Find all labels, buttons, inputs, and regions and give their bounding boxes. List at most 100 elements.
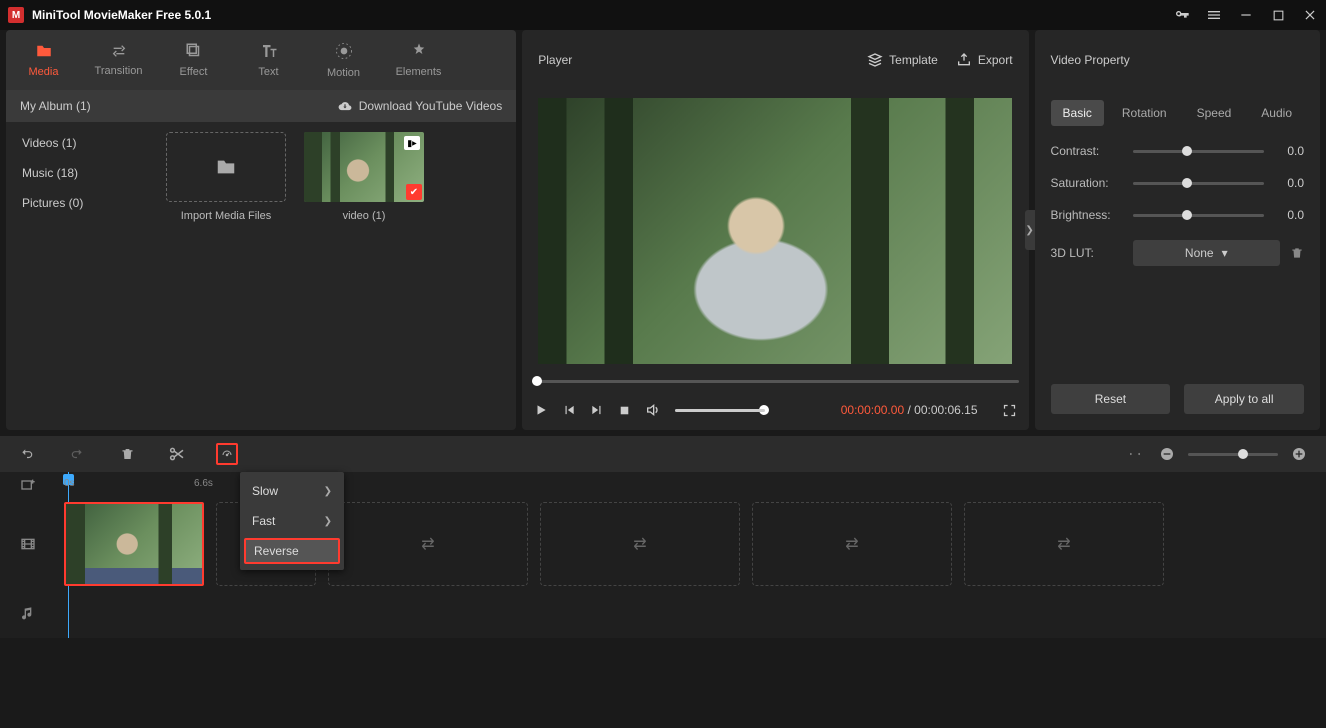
- minimize-icon[interactable]: [1238, 7, 1254, 23]
- media-thumbnail[interactable]: ▮▶ ✔: [304, 132, 424, 202]
- template-button[interactable]: Template: [867, 52, 938, 68]
- brightness-slider[interactable]: [1133, 214, 1264, 217]
- lut-label: 3D LUT:: [1051, 246, 1123, 260]
- empty-slot[interactable]: ⇄: [328, 502, 528, 586]
- menu-item-reverse[interactable]: Reverse: [244, 538, 340, 564]
- titlebar: M MiniTool MovieMaker Free 5.0.1: [0, 0, 1326, 30]
- transition-icon: [109, 43, 129, 59]
- saturation-value: 0.0: [1274, 176, 1304, 190]
- prev-frame-button[interactable]: [562, 403, 576, 417]
- apply-all-button[interactable]: Apply to all: [1184, 384, 1304, 414]
- progress-knob[interactable]: [532, 376, 542, 386]
- export-button[interactable]: Export: [956, 52, 1013, 68]
- maximize-icon[interactable]: [1270, 7, 1286, 23]
- tab-label: Effect: [180, 66, 208, 78]
- volume-slider[interactable]: [675, 409, 765, 412]
- close-icon[interactable]: [1302, 7, 1318, 23]
- my-album-label[interactable]: My Album (1): [20, 99, 91, 113]
- cloud-download-icon: [337, 99, 353, 113]
- brightness-value: 0.0: [1274, 208, 1304, 222]
- menu-label: Fast: [252, 514, 275, 528]
- fullscreen-button[interactable]: [1002, 403, 1017, 418]
- tab-media[interactable]: Media: [6, 30, 81, 90]
- prop-tab-audio[interactable]: Audio: [1249, 100, 1304, 126]
- folder-icon: [34, 42, 54, 60]
- tab-label: Elements: [396, 66, 442, 78]
- prop-tab-rotation[interactable]: Rotation: [1110, 100, 1179, 126]
- sidebar-item-videos[interactable]: Videos (1): [6, 128, 156, 158]
- saturation-slider[interactable]: [1133, 182, 1264, 185]
- prop-tab-basic[interactable]: Basic: [1051, 100, 1104, 126]
- audio-track[interactable]: [56, 590, 1312, 638]
- time-duration: 00:00:06.15: [914, 403, 977, 417]
- play-button[interactable]: [534, 403, 548, 417]
- player-title: Player: [538, 53, 572, 67]
- contrast-value: 0.0: [1274, 144, 1304, 158]
- lut-delete-button[interactable]: [1290, 246, 1304, 260]
- tab-label: Motion: [327, 67, 360, 79]
- collapse-toggle[interactable]: ❯: [1025, 210, 1035, 250]
- timeline: 0s 6.6s 🔊 ⇄ ⇄ ⇄ ⇄: [0, 436, 1326, 638]
- contrast-label: Contrast:: [1051, 144, 1123, 158]
- audio-track-icon: [0, 590, 56, 638]
- menu-icon[interactable]: [1206, 7, 1222, 23]
- timeline-clip[interactable]: 🔊: [64, 502, 204, 586]
- import-label: Import Media Files: [181, 210, 271, 222]
- sidebar-item-pictures[interactable]: Pictures (0): [6, 188, 156, 218]
- delete-button[interactable]: [116, 443, 138, 465]
- menu-label: Slow: [252, 484, 278, 498]
- empty-slot[interactable]: ⇄: [752, 502, 952, 586]
- chevron-down-icon: ▾: [1222, 246, 1228, 260]
- add-track-button[interactable]: [0, 472, 56, 498]
- progress-bar[interactable]: [532, 380, 1018, 383]
- fit-button[interactable]: [1124, 443, 1146, 465]
- sidebar-item-music[interactable]: Music (18): [6, 158, 156, 188]
- time-sep: /: [904, 403, 914, 417]
- chevron-right-icon: ❯: [324, 516, 332, 527]
- redo-button[interactable]: [66, 443, 88, 465]
- menu-item-fast[interactable]: Fast ❯: [240, 506, 344, 536]
- video-preview[interactable]: [538, 98, 1012, 364]
- export-icon: [956, 52, 972, 68]
- import-media-button[interactable]: [166, 132, 286, 202]
- app-logo: M: [8, 7, 24, 23]
- tab-transition[interactable]: Transition: [81, 30, 156, 90]
- prop-tab-speed[interactable]: Speed: [1185, 100, 1244, 126]
- lut-value: None: [1185, 246, 1214, 260]
- empty-slot[interactable]: ⇄: [964, 502, 1164, 586]
- zoom-out-button[interactable]: [1156, 443, 1178, 465]
- tab-motion[interactable]: Motion: [306, 30, 381, 90]
- speed-menu: Slow ❯ Fast ❯ Reverse: [240, 472, 344, 570]
- tab-effect[interactable]: Effect: [156, 30, 231, 90]
- media-label: video (1): [343, 210, 386, 222]
- contrast-slider[interactable]: [1133, 150, 1264, 153]
- effect-icon: [185, 42, 203, 60]
- time-current: 00:00:00.00: [841, 403, 904, 417]
- stop-button[interactable]: [618, 404, 631, 417]
- property-title: Video Property: [1051, 53, 1130, 67]
- motion-icon: [334, 41, 354, 61]
- lut-select[interactable]: None ▾: [1133, 240, 1280, 266]
- selected-check-icon: ✔: [406, 184, 422, 200]
- volume-button[interactable]: [645, 402, 661, 418]
- tab-elements[interactable]: Elements: [381, 30, 456, 90]
- saturation-label: Saturation:: [1051, 176, 1123, 190]
- speed-button[interactable]: [216, 443, 238, 465]
- split-button[interactable]: [166, 443, 188, 465]
- menu-label: Reverse: [254, 544, 299, 558]
- zoom-slider[interactable]: [1188, 453, 1278, 456]
- next-frame-button[interactable]: [590, 403, 604, 417]
- download-youtube-button[interactable]: Download YouTube Videos: [337, 99, 502, 113]
- empty-slot[interactable]: ⇄: [540, 502, 740, 586]
- app-title: MiniTool MovieMaker Free 5.0.1: [32, 8, 211, 22]
- reset-button[interactable]: Reset: [1051, 384, 1171, 414]
- key-icon[interactable]: [1174, 7, 1190, 23]
- tab-text[interactable]: Text: [231, 30, 306, 90]
- menu-item-slow[interactable]: Slow ❯: [240, 476, 344, 506]
- template-icon: [867, 52, 883, 68]
- zoom-in-button[interactable]: [1288, 443, 1310, 465]
- download-label: Download YouTube Videos: [359, 99, 502, 113]
- ruler-tick: 0s: [64, 478, 75, 489]
- undo-button[interactable]: [16, 443, 38, 465]
- tab-label: Transition: [95, 65, 143, 77]
